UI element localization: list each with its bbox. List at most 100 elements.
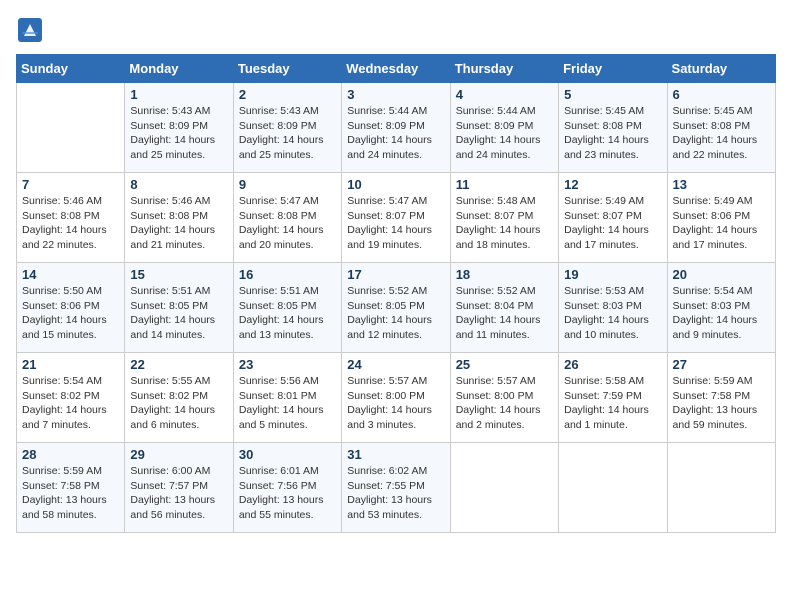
day-number: 31: [347, 447, 444, 462]
day-number: 21: [22, 357, 119, 372]
day-info: Sunrise: 5:54 AMSunset: 8:03 PMDaylight:…: [673, 284, 770, 343]
calendar-cell: 24Sunrise: 5:57 AMSunset: 8:00 PMDayligh…: [342, 353, 450, 443]
calendar-week-row: 21 Sunrise: 5:54 AMSunset: 8:02 PMDayligh…: [17, 353, 776, 443]
header-wednesday: Wednesday: [342, 55, 450, 83]
calendar-cell: 26 Sunrise: 5:58 AMSunset: 7:59 PMDayligh…: [559, 353, 667, 443]
day-number: 29: [130, 447, 227, 462]
calendar-cell: 7Sunrise: 5:46 AMSunset: 8:08 PMDaylight…: [17, 173, 125, 263]
day-info: Sunrise: 5:44 AMSunset: 8:09 PMDaylight:…: [347, 104, 444, 163]
day-number: 8: [130, 177, 227, 192]
day-info: Sunrise: 5:52 AMSunset: 8:04 PMDaylight:…: [456, 284, 553, 343]
day-info: Sunrise: 5:47 AMSunset: 8:08 PMDaylight:…: [239, 194, 336, 253]
day-number: 30: [239, 447, 336, 462]
calendar-cell: 16 Sunrise: 5:51 AMSunset: 8:05 PMDayligh…: [233, 263, 341, 353]
day-number: 17: [347, 267, 444, 282]
header-thursday: Thursday: [450, 55, 558, 83]
calendar-table: SundayMondayTuesdayWednesdayThursdayFrid…: [16, 54, 776, 533]
calendar-cell: 30 Sunrise: 6:01 AMSunset: 7:56 PMDayligh…: [233, 443, 341, 533]
calendar-cell: 29 Sunrise: 6:00 AMSunset: 7:57 PMDayligh…: [125, 443, 233, 533]
day-info: Sunrise: 5:51 AMSunset: 8:05 PMDaylight:…: [130, 284, 227, 343]
day-number: 6: [673, 87, 770, 102]
page-header: [16, 16, 776, 44]
day-info: Sunrise: 6:00 AMSunset: 7:57 PMDaylight:…: [130, 464, 227, 523]
calendar-cell: [667, 443, 775, 533]
calendar-cell: 22Sunrise: 5:55 AMSunset: 8:02 PMDayligh…: [125, 353, 233, 443]
header-tuesday: Tuesday: [233, 55, 341, 83]
day-info: Sunrise: 5:49 AMSunset: 8:07 PMDaylight:…: [564, 194, 661, 253]
day-info: Sunrise: 5:54 AMSunset: 8:02 PMDaylight:…: [22, 374, 119, 433]
day-number: 3: [347, 87, 444, 102]
calendar-cell: 21 Sunrise: 5:54 AMSunset: 8:02 PMDayligh…: [17, 353, 125, 443]
header-monday: Monday: [125, 55, 233, 83]
day-info: Sunrise: 5:52 AMSunset: 8:05 PMDaylight:…: [347, 284, 444, 343]
calendar-week-row: 28 Sunrise: 5:59 AMSunset: 7:58 PMDayligh…: [17, 443, 776, 533]
calendar-cell: 15 Sunrise: 5:51 AMSunset: 8:05 PMDayligh…: [125, 263, 233, 353]
day-info: Sunrise: 5:50 AMSunset: 8:06 PMDaylight:…: [22, 284, 119, 343]
calendar-week-row: 7 Sunrise: 5:46 AMSunset: 8:08 PMDaylight…: [17, 173, 776, 263]
header-saturday: Saturday: [667, 55, 775, 83]
day-info: Sunrise: 5:51 AMSunset: 8:05 PMDaylight:…: [239, 284, 336, 343]
logo-icon: [16, 16, 44, 44]
day-number: 10: [347, 177, 444, 192]
day-info: Sunrise: 6:02 AMSunset: 7:55 PMDaylight:…: [347, 464, 444, 523]
day-number: 2: [239, 87, 336, 102]
day-number: 4: [456, 87, 553, 102]
day-number: 27: [673, 357, 770, 372]
day-info: Sunrise: 5:45 AMSunset: 8:08 PMDaylight:…: [673, 104, 770, 163]
day-info: Sunrise: 5:43 AMSunset: 8:09 PMDaylight:…: [130, 104, 227, 163]
day-info: Sunrise: 5:56 AMSunset: 8:01 PMDaylight:…: [239, 374, 336, 433]
calendar-cell: 14 Sunrise: 5:50 AMSunset: 8:06 PMDayligh…: [17, 263, 125, 353]
day-number: 11: [456, 177, 553, 192]
day-info: Sunrise: 5:49 AMSunset: 8:06 PMDaylight:…: [673, 194, 770, 253]
calendar-cell: 23 Sunrise: 5:56 AMSunset: 8:01 PMDayligh…: [233, 353, 341, 443]
day-number: 20: [673, 267, 770, 282]
calendar-header-row: SundayMondayTuesdayWednesdayThursdayFrid…: [17, 55, 776, 83]
calendar-cell: 18 Sunrise: 5:52 AMSunset: 8:04 PMDayligh…: [450, 263, 558, 353]
day-info: Sunrise: 5:59 AMSunset: 7:58 PMDaylight:…: [22, 464, 119, 523]
day-number: 26: [564, 357, 661, 372]
day-info: Sunrise: 5:53 AMSunset: 8:03 PMDaylight:…: [564, 284, 661, 343]
day-number: 23: [239, 357, 336, 372]
day-number: 9: [239, 177, 336, 192]
day-number: 14: [22, 267, 119, 282]
day-info: Sunrise: 5:46 AMSunset: 8:08 PMDaylight:…: [130, 194, 227, 253]
calendar-cell: [450, 443, 558, 533]
calendar-cell: 27Sunrise: 5:59 AMSunset: 7:58 PMDayligh…: [667, 353, 775, 443]
calendar-cell: 2 Sunrise: 5:43 AMSunset: 8:09 PMDaylight…: [233, 83, 341, 173]
calendar-cell: 20 Sunrise: 5:54 AMSunset: 8:03 PMDayligh…: [667, 263, 775, 353]
logo: [16, 16, 48, 44]
header-friday: Friday: [559, 55, 667, 83]
calendar-cell: 12Sunrise: 5:49 AMSunset: 8:07 PMDayligh…: [559, 173, 667, 263]
calendar-week-row: 1 Sunrise: 5:43 AMSunset: 8:09 PMDaylight…: [17, 83, 776, 173]
day-info: Sunrise: 5:57 AMSunset: 8:00 PMDaylight:…: [456, 374, 553, 433]
day-info: Sunrise: 5:48 AMSunset: 8:07 PMDaylight:…: [456, 194, 553, 253]
day-number: 15: [130, 267, 227, 282]
calendar-cell: [559, 443, 667, 533]
calendar-cell: 3 Sunrise: 5:44 AMSunset: 8:09 PMDaylight…: [342, 83, 450, 173]
calendar-cell: 28 Sunrise: 5:59 AMSunset: 7:58 PMDayligh…: [17, 443, 125, 533]
calendar-cell: 13Sunrise: 5:49 AMSunset: 8:06 PMDayligh…: [667, 173, 775, 263]
day-info: Sunrise: 6:01 AMSunset: 7:56 PMDaylight:…: [239, 464, 336, 523]
header-sunday: Sunday: [17, 55, 125, 83]
calendar-cell: 25Sunrise: 5:57 AMSunset: 8:00 PMDayligh…: [450, 353, 558, 443]
calendar-cell: 11 Sunrise: 5:48 AMSunset: 8:07 PMDayligh…: [450, 173, 558, 263]
day-info: Sunrise: 5:43 AMSunset: 8:09 PMDaylight:…: [239, 104, 336, 163]
calendar-cell: 19 Sunrise: 5:53 AMSunset: 8:03 PMDayligh…: [559, 263, 667, 353]
calendar-cell: 8 Sunrise: 5:46 AMSunset: 8:08 PMDaylight…: [125, 173, 233, 263]
calendar-cell: 31 Sunrise: 6:02 AMSunset: 7:55 PMDayligh…: [342, 443, 450, 533]
day-number: 5: [564, 87, 661, 102]
calendar-week-row: 14 Sunrise: 5:50 AMSunset: 8:06 PMDayligh…: [17, 263, 776, 353]
day-info: Sunrise: 5:58 AMSunset: 7:59 PMDaylight:…: [564, 374, 661, 433]
day-number: 7: [22, 177, 119, 192]
calendar-cell: 4Sunrise: 5:44 AMSunset: 8:09 PMDaylight…: [450, 83, 558, 173]
day-info: Sunrise: 5:55 AMSunset: 8:02 PMDaylight:…: [130, 374, 227, 433]
day-number: 24: [347, 357, 444, 372]
day-number: 19: [564, 267, 661, 282]
day-number: 18: [456, 267, 553, 282]
day-number: 16: [239, 267, 336, 282]
calendar-cell: 1 Sunrise: 5:43 AMSunset: 8:09 PMDaylight…: [125, 83, 233, 173]
day-number: 28: [22, 447, 119, 462]
day-number: 1: [130, 87, 227, 102]
calendar-cell: 10Sunrise: 5:47 AMSunset: 8:07 PMDayligh…: [342, 173, 450, 263]
calendar-cell: 6 Sunrise: 5:45 AMSunset: 8:08 PMDaylight…: [667, 83, 775, 173]
